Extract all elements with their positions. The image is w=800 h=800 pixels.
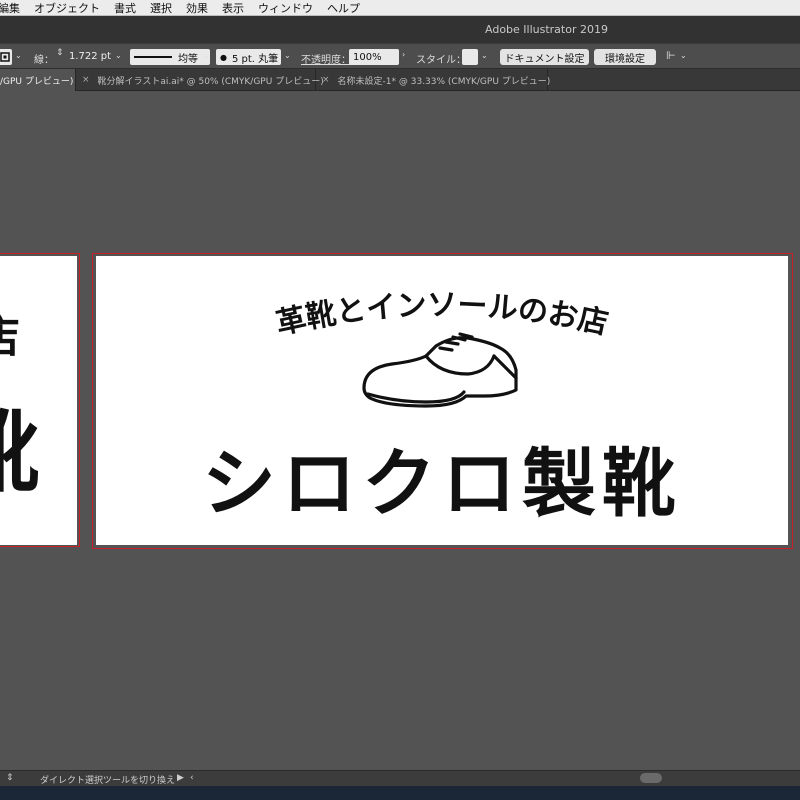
logo-subtitle: 革靴とインソールのお店 (273, 288, 611, 342)
opacity-label[interactable]: 不透明度： (301, 51, 351, 67)
status-text: ダイレクト選択ツールを切り換え (40, 776, 176, 786)
opacity-input[interactable]: 100% (349, 49, 399, 65)
artboard-left-big-glyph: 靴 (0, 382, 40, 509)
fill-swatch[interactable] (0, 49, 12, 65)
brush-label: 5 pt. 丸筆 (231, 53, 279, 65)
horizontal-scroll-thumb[interactable] (640, 773, 662, 783)
artboard-main[interactable]: 革靴とインソールのお店 シロクロ製靴 (96, 256, 788, 545)
chevron-down-icon[interactable]: ⌄ (481, 51, 488, 67)
tab-label: /GPU プレビュー) (0, 76, 74, 87)
menu-effect[interactable]: 効果 (186, 0, 208, 16)
chevron-down-icon[interactable]: ⌄ (15, 51, 22, 67)
chevron-down-icon[interactable]: ⌄ (203, 51, 210, 67)
opacity-value: 100% (353, 51, 382, 63)
macos-dock (0, 786, 800, 800)
menu-object[interactable]: オブジェクト (34, 0, 100, 16)
control-bar: ⌄ 線： ⇕ 1.722 pt ⌄ 均等 ⌄ ● 5 pt. 丸筆 ⌄ 不透明度… (0, 43, 800, 69)
close-icon[interactable]: × (82, 75, 90, 85)
artboard-left[interactable]: 店 靴 (0, 256, 77, 545)
preferences-button[interactable]: 環境設定 (594, 49, 656, 65)
play-icon[interactable]: ▶ (177, 773, 184, 783)
chevron-updown-icon[interactable]: ⇕ (6, 773, 14, 783)
shoe-icon (362, 332, 518, 408)
artboard-left-small-glyph: 店 (0, 301, 20, 365)
scroll-left-icon[interactable]: ‹ (190, 773, 194, 783)
brush-dot-icon: ● (220, 52, 227, 62)
stroke-weight-value[interactable]: 1.722 pt (69, 51, 111, 67)
menu-view[interactable]: 表示 (222, 0, 244, 16)
tab-current-document[interactable]: /GPU プレビュー) (0, 69, 76, 91)
menu-help[interactable]: ヘルプ (327, 0, 360, 16)
menu-bar: 編集 オブジェクト 書式 選択 効果 表示 ウィンドウ ヘルプ (0, 0, 800, 16)
menu-edit[interactable]: 編集 (0, 0, 20, 16)
window-title: Adobe Illustrator 2019 (485, 23, 608, 36)
document-tab-bar: /GPU プレビュー) × 靴分解イラストai.ai* @ 50% (CMYK/… (0, 69, 800, 91)
stroke-profile-label: 均等 (178, 53, 198, 65)
logo-artwork: 革靴とインソールのお店 シロクロ製靴 (202, 288, 682, 527)
stepper-icon[interactable]: ⇕ (56, 48, 64, 64)
chevron-down-icon[interactable]: ⌄ (680, 51, 687, 67)
menu-select[interactable]: 選択 (150, 0, 172, 16)
tab-untitled-1[interactable]: × 名称未設定-1* @ 33.33% (CMYK/GPU プレビュー) (316, 69, 551, 91)
title-bar: Adobe Illustrator 2019 (0, 16, 800, 43)
document-settings-button[interactable]: ドキュメント設定 (500, 49, 589, 65)
stroke-line-icon (134, 56, 172, 58)
status-bar: ⇕ ダイレクト選択ツールを切り換え ▶ ‹ (0, 770, 800, 786)
menu-type[interactable]: 書式 (114, 0, 136, 16)
close-icon[interactable]: × (322, 75, 330, 85)
tab-label: 靴分解イラストai.ai* @ 50% (CMYK/GPU プレビュー) (97, 76, 324, 87)
menu-window[interactable]: ウィンドウ (258, 0, 313, 16)
chevron-down-icon[interactable]: ⌄ (115, 51, 122, 67)
brush-select[interactable]: ● 5 pt. 丸筆 (216, 49, 281, 65)
arrange-icon[interactable]: ⊩ (666, 49, 676, 65)
logo-subtitle-path: 革靴とインソールのお店 (273, 288, 611, 342)
stroke-label: 線： (34, 55, 54, 66)
fill-icon (0, 52, 10, 62)
style-swatch[interactable] (462, 49, 478, 65)
logo-title: シロクロ製靴 (202, 441, 682, 527)
canvas[interactable]: 店 靴 革靴とインソールのお店 シロクロ製靴 (0, 91, 800, 770)
style-label: スタイル： (416, 55, 466, 66)
stroke-profile-select[interactable]: 均等 (130, 49, 210, 65)
tab-shoe-illustration[interactable]: × 靴分解イラストai.ai* @ 50% (CMYK/GPU プレビュー) (76, 69, 324, 91)
chevron-right-icon[interactable]: › (402, 50, 405, 66)
chevron-down-icon[interactable]: ⌄ (284, 51, 291, 67)
tab-label: 名称未設定-1* @ 33.33% (CMYK/GPU プレビュー) (337, 76, 551, 87)
